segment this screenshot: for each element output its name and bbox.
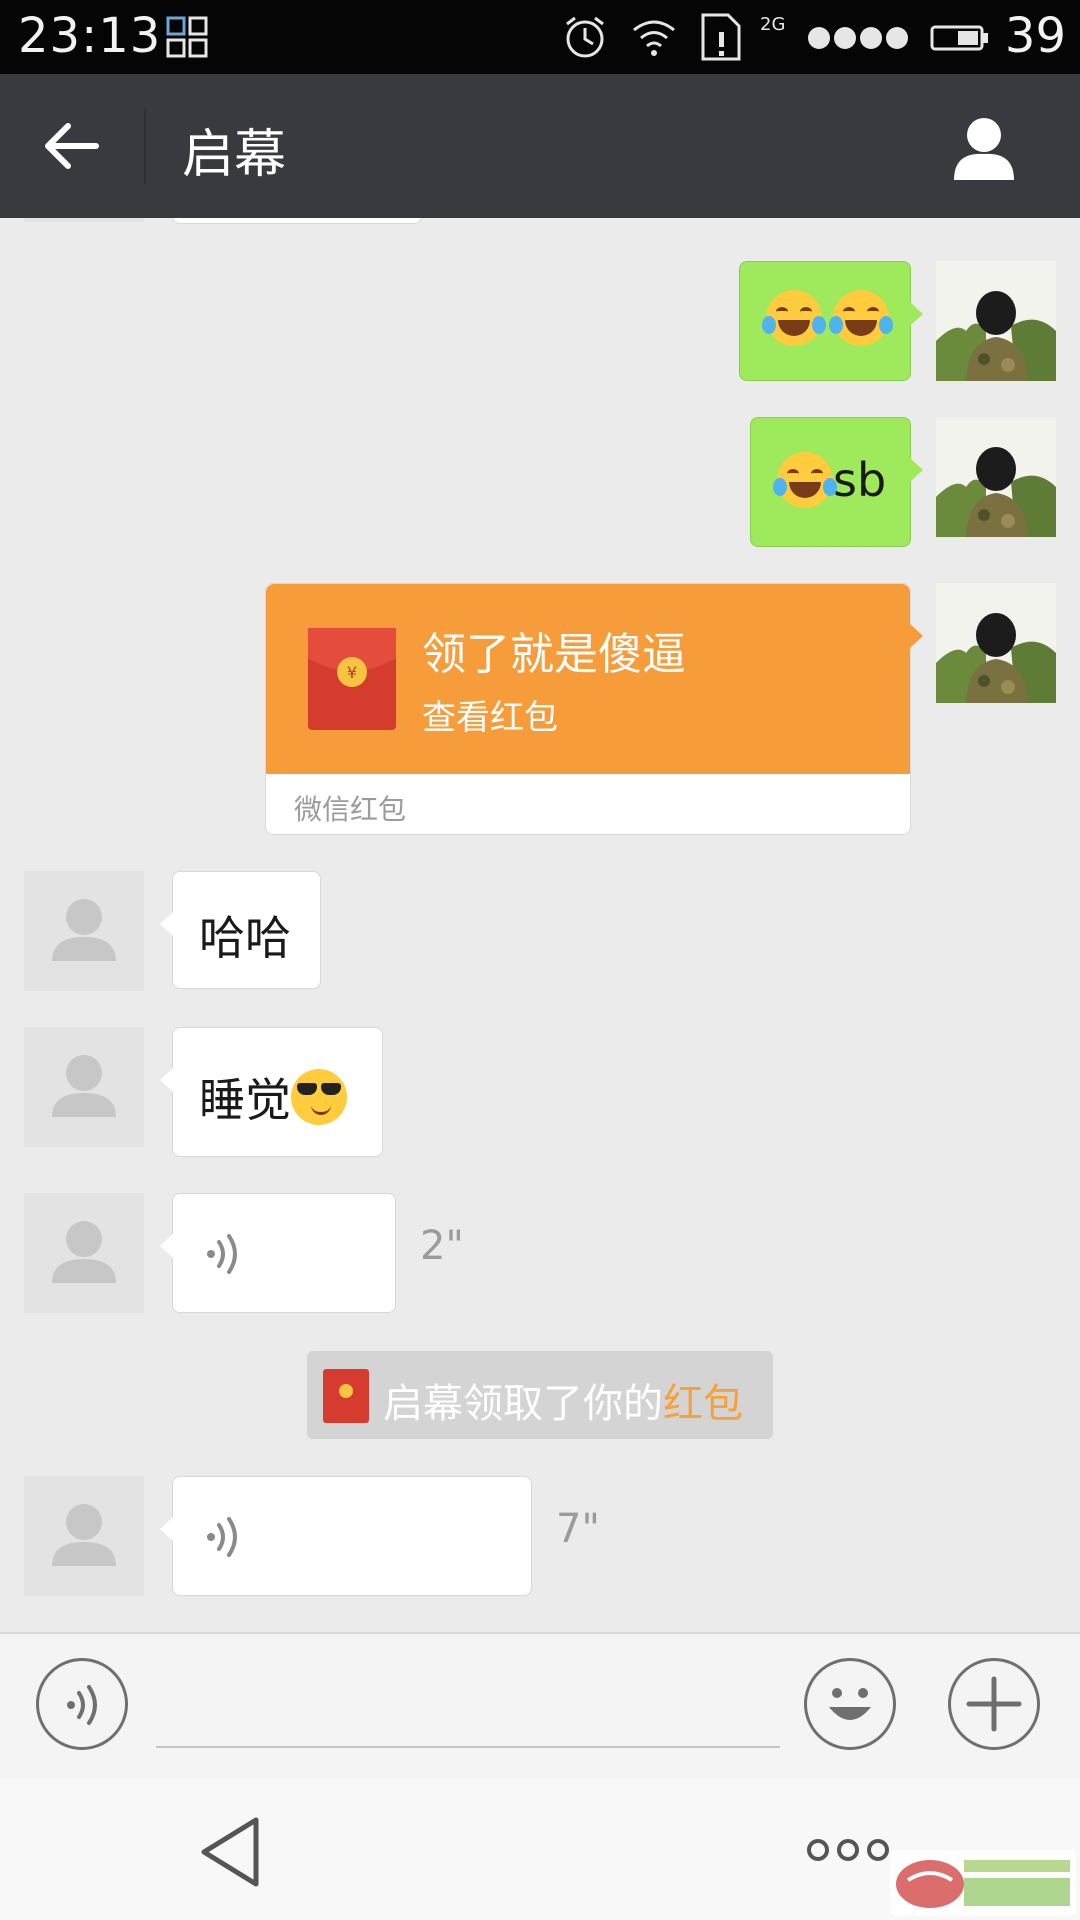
status-time: 23:13 (18, 8, 162, 64)
voice-duration: 7" (556, 1506, 600, 1552)
contact-avatar[interactable] (24, 1027, 144, 1147)
notice-prefix: 启幕领取了你的 (383, 1381, 663, 1427)
tears-of-joy-icon (762, 290, 826, 346)
previous-bubble-edge (172, 218, 422, 224)
contact-avatar[interactable] (24, 1193, 144, 1313)
red-packet-small-icon (323, 1369, 369, 1423)
message-input[interactable] (156, 1674, 780, 1748)
voice-wave-icon (207, 1517, 237, 1557)
emoji-button[interactable] (804, 1658, 896, 1750)
system-nav-bar (0, 1778, 1080, 1920)
apps-grid-icon (166, 16, 208, 58)
contact-avatar[interactable] (24, 871, 144, 991)
smiley-icon (829, 1688, 871, 1720)
header-divider (144, 110, 146, 184)
three-dots-icon (807, 1839, 889, 1861)
red-packet-title: 领了就是傻逼 (422, 629, 686, 680)
watermark-logo (890, 1850, 1076, 1916)
battery-icon (930, 24, 990, 52)
input-bar (0, 1632, 1080, 1780)
self-avatar[interactable] (936, 261, 1056, 381)
system-notice-text: 启幕领取了你的红包 (383, 1371, 743, 1429)
default-avatar-icon (52, 1055, 116, 1117)
more-actions-button[interactable] (948, 1658, 1040, 1750)
network-type: 2G (760, 14, 786, 35)
nav-back-button[interactable] (196, 1814, 266, 1890)
alarm-icon (562, 14, 608, 60)
message-text: 睡觉 (199, 1073, 291, 1127)
outgoing-text-content: sb (773, 452, 887, 508)
tears-of-joy-icon (829, 290, 894, 346)
svg-text:¥: ¥ (347, 663, 357, 682)
incoming-voice-bubble[interactable] (160, 1476, 532, 1596)
profile-button[interactable] (948, 114, 1020, 182)
triangle-back-icon (201, 1817, 259, 1887)
sim-alert-icon (700, 12, 742, 62)
status-bar: 23:13 2G 39 (0, 0, 1080, 74)
voice-input-button[interactable] (36, 1658, 128, 1750)
plus-icon (966, 1676, 1022, 1732)
battery-level: 39 (1004, 8, 1066, 64)
chat-header: 启幕 (0, 74, 1080, 218)
tears-of-joy-icon (773, 452, 837, 508)
red-packet-footer: 微信红包 (294, 793, 407, 826)
incoming-text-bubble[interactable]: 睡觉 (160, 1027, 383, 1157)
voice-wave-icon (67, 1685, 97, 1725)
signal-icon (806, 24, 910, 52)
wifi-icon (630, 16, 678, 58)
nav-menu-button[interactable] (806, 1836, 890, 1864)
message-text: 哈哈 (199, 911, 291, 965)
chat-title: 启幕 (182, 125, 287, 185)
message-list[interactable]: sb ¥ 领了就是傻逼 查看红包 微信红包 哈哈 睡觉 2" 启幕领取了你的红包… (0, 218, 1080, 1632)
red-packet-card[interactable]: ¥ 领了就是傻逼 查看红包 微信红包 (265, 583, 923, 835)
previous-avatar-edge (24, 218, 144, 222)
tears-of-joy-emoji-row (762, 290, 894, 346)
back-button[interactable] (36, 114, 108, 178)
outgoing-emoji-bubble[interactable] (739, 261, 923, 381)
contact-avatar[interactable] (24, 1476, 144, 1596)
red-packet-subtitle: 查看红包 (422, 698, 558, 738)
default-avatar-icon (52, 1504, 116, 1566)
voice-duration: 2" (420, 1223, 464, 1269)
person-icon (954, 118, 1014, 180)
red-envelope-icon: ¥ (308, 628, 396, 730)
self-avatar[interactable] (936, 583, 1056, 703)
cool-smile-icon (291, 1069, 347, 1125)
incoming-text-bubble[interactable]: 哈哈 (160, 871, 321, 989)
self-avatar[interactable] (936, 417, 1056, 537)
red-packet-link[interactable]: 红包 (663, 1381, 743, 1427)
default-avatar-icon (52, 1221, 116, 1283)
arrow-left-icon (45, 123, 99, 169)
system-notice: 启幕领取了你的红包 (307, 1351, 773, 1439)
outgoing-text-bubble[interactable]: sb (750, 417, 923, 547)
default-avatar-icon (52, 899, 116, 961)
incoming-voice-bubble[interactable] (160, 1193, 396, 1313)
incoming-text-content: 睡觉 (199, 1064, 347, 1130)
voice-wave-icon (207, 1234, 237, 1274)
message-text: sb (833, 453, 887, 507)
